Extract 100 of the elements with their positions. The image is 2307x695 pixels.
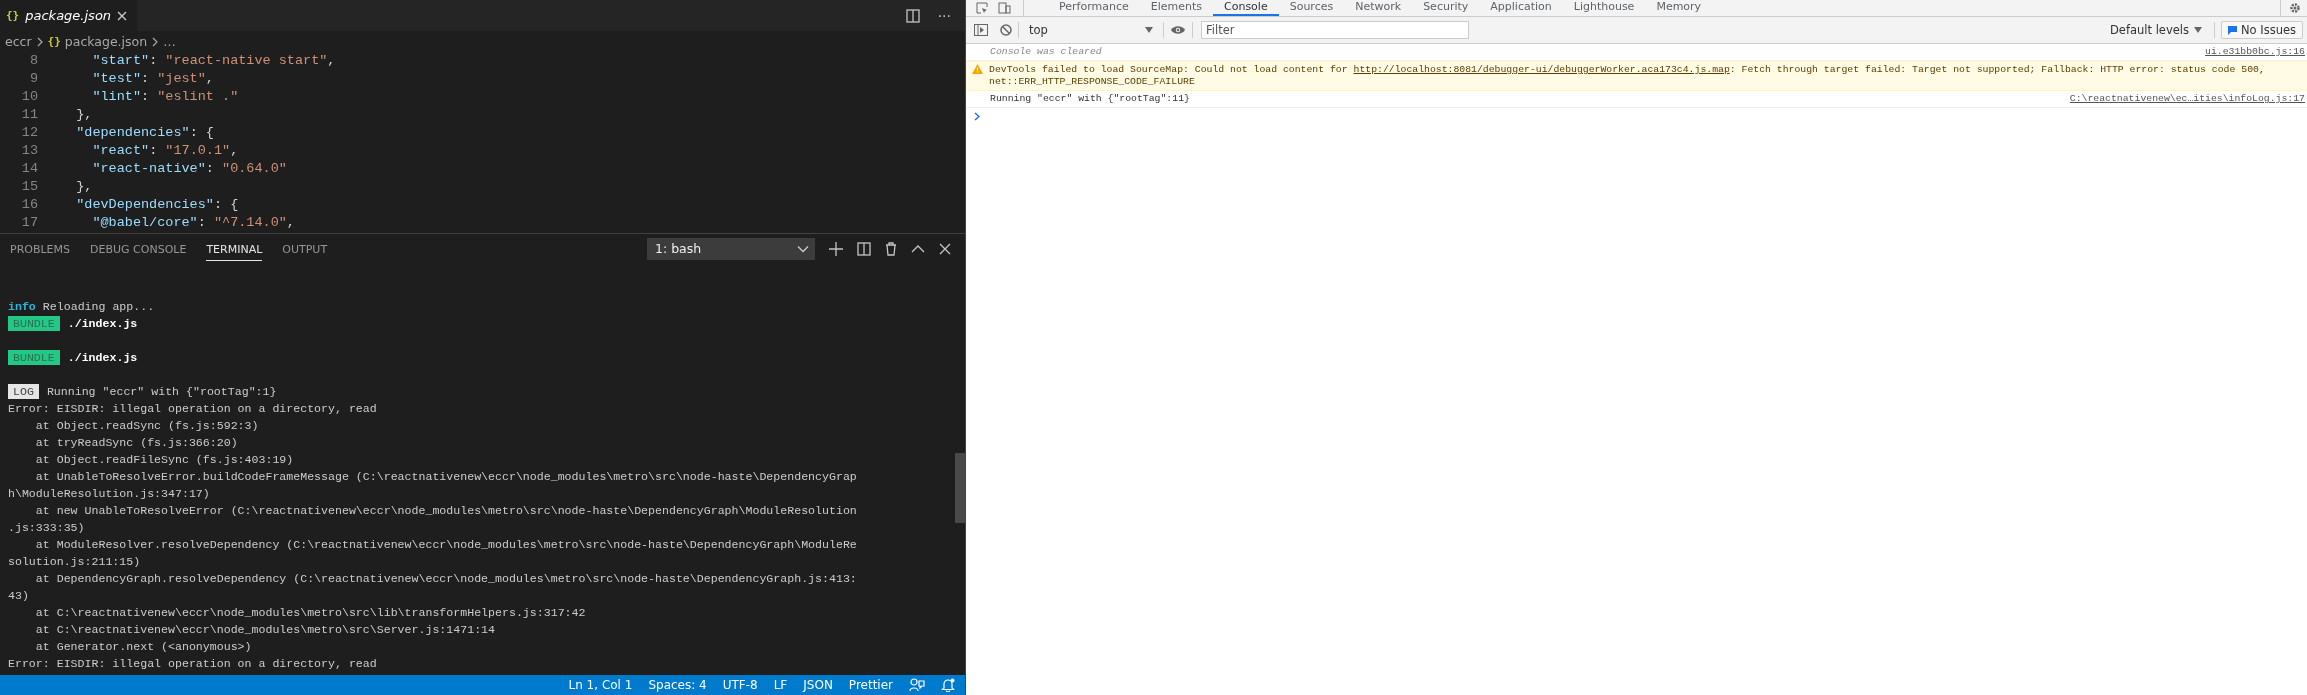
plus-icon[interactable] bbox=[829, 241, 843, 256]
chevron-up-icon[interactable] bbox=[911, 244, 925, 253]
status-item[interactable]: Ln 1, Col 1 bbox=[568, 678, 633, 692]
inspect-icon[interactable] bbox=[976, 2, 988, 14]
status-item[interactable]: Spaces: 4 bbox=[648, 678, 707, 692]
warning-icon bbox=[972, 64, 983, 74]
close-icon[interactable] bbox=[939, 242, 951, 255]
terminal-text: Error: EISDIR: illegal operation on a directory, read bbox=[8, 401, 377, 417]
log-tag: LOG bbox=[8, 384, 39, 399]
line-number: 10 bbox=[20, 88, 38, 106]
devtools-tab[interactable]: Memory bbox=[1645, 0, 1713, 16]
chevron-right-icon bbox=[151, 36, 160, 47]
more-actions-icon[interactable]: ··· bbox=[937, 7, 951, 24]
line-number: 8 bbox=[28, 52, 38, 70]
source-link[interactable]: C:\reactnativenew\ec…ities\infoLog.js:17 bbox=[2069, 93, 2305, 105]
panel-tab[interactable]: PROBLEMS bbox=[10, 236, 71, 261]
devtools-tab[interactable]: Security bbox=[1412, 0, 1480, 16]
tab-label: package.json bbox=[25, 8, 112, 23]
eye-icon[interactable] bbox=[1170, 25, 1186, 35]
split-editor-icon[interactable] bbox=[905, 8, 920, 23]
issues-button[interactable]: No Issues bbox=[2220, 21, 2303, 39]
terminal-text: ./index.js bbox=[67, 316, 138, 332]
filter-field[interactable]: Filter bbox=[1201, 21, 1469, 39]
devtools-tab[interactable]: Performance bbox=[1048, 0, 1140, 16]
prompt-chevron-icon[interactable] bbox=[974, 112, 980, 121]
editor-tab[interactable]: {} package.json bbox=[0, 0, 138, 31]
device-icon[interactable] bbox=[998, 2, 1011, 14]
sidebar-toggle-icon[interactable] bbox=[974, 24, 988, 36]
terminal-text: at C:\reactnativenew\eccr\node_modules\metro\src\lib\transformHelpers.js:317:42 bbox=[34, 605, 586, 621]
devtools-tab[interactable]: Sources bbox=[1278, 0, 1345, 16]
json-file-icon: {} bbox=[6, 9, 20, 22]
line-number: 14 bbox=[20, 160, 38, 178]
breadcrumb-item[interactable]: … bbox=[163, 34, 176, 49]
status-item[interactable]: LF bbox=[773, 678, 788, 692]
console-message: Console was cleared bbox=[990, 46, 1103, 58]
levels-dropdown[interactable]: Default levels bbox=[2103, 22, 2208, 38]
line-number: 16 bbox=[20, 196, 38, 214]
close-icon[interactable] bbox=[117, 10, 128, 21]
terminal-text: at C:\reactnativenew\eccr\node_modules\metro\src\Server.js:1471:14 bbox=[34, 622, 496, 638]
trash-icon[interactable] bbox=[885, 241, 897, 256]
breadcrumb-item[interactable]: package.json bbox=[64, 34, 148, 49]
context-select[interactable]: top bbox=[1025, 23, 1157, 37]
code-line: }, bbox=[75, 178, 93, 196]
terminal-text: Reloading app... bbox=[42, 299, 155, 315]
json-file-icon: {} bbox=[47, 35, 61, 48]
breadcrumb-item[interactable]: eccr bbox=[5, 34, 32, 49]
terminal-text: at tryReadSync (fs.js:366:20) bbox=[34, 435, 238, 451]
feedback-icon[interactable] bbox=[909, 678, 925, 692]
terminal-text: h\ModuleResolution.js:347:17) bbox=[8, 486, 210, 502]
source-link[interactable]: ui.e31bb0bc.js:16 bbox=[2205, 46, 2305, 58]
line-number: 15 bbox=[20, 178, 38, 196]
message-icon bbox=[2227, 25, 2237, 35]
bell-icon[interactable] bbox=[941, 678, 955, 692]
terminal-text: Error: EISDIR: illegal operation on a directory, read bbox=[8, 656, 377, 672]
caret-down-icon bbox=[2193, 27, 2202, 33]
terminal-text: .js:333:35) bbox=[8, 520, 85, 536]
status-item[interactable]: UTF-8 bbox=[722, 678, 758, 692]
line-number: 13 bbox=[20, 142, 38, 160]
devtools-tab[interactable]: Lighthouse bbox=[1562, 0, 1646, 16]
split-terminal-icon[interactable] bbox=[857, 241, 871, 256]
settings-icon[interactable] bbox=[2289, 2, 2301, 14]
terminal-select[interactable]: 1: bash bbox=[647, 237, 815, 260]
terminal-text: at Object.readFileSync (fs.js:403:19) bbox=[34, 452, 294, 468]
terminal-text: solution.js:211:15) bbox=[8, 554, 141, 570]
status-item[interactable]: Prettier bbox=[848, 678, 893, 692]
code-line: "devDependencies": { bbox=[75, 196, 239, 214]
level-label: info bbox=[8, 299, 36, 315]
terminal-text: Running "eccr" with {"rootTag":1} bbox=[46, 384, 277, 400]
terminal-text: at UnableToResolveError.buildCodeFrameMessage (C:\reactnativenew\eccr\node_modules\metro\src\node-haste\DependencyGrap bbox=[34, 469, 857, 485]
caret-down-icon bbox=[1145, 27, 1153, 33]
terminal-text: at Object.readSync (fs.js:592:3) bbox=[34, 418, 259, 434]
code-line: "lint": "eslint ." bbox=[91, 88, 239, 106]
line-number: 17 bbox=[20, 214, 38, 232]
line-number: 9 bbox=[28, 70, 38, 88]
code-line: "react-native": "0.64.0" bbox=[91, 160, 287, 178]
source-map-link[interactable]: http://localhost:8081/debugger-ui/debuggerWorker.aca173c4.js.map bbox=[1353, 64, 1730, 75]
devtools-tab[interactable]: Application bbox=[1479, 0, 1563, 16]
status-item[interactable]: JSON bbox=[803, 678, 833, 692]
devtools-tab[interactable]: Network bbox=[1344, 0, 1413, 16]
terminal-text: at ModuleResolver.resolveDependency (C:\reactnativenew\eccr\node_modules\metro\src\node-haste\DependencyGraph\ModuleRe bbox=[34, 537, 857, 553]
terminal-text: at DependencyGraph.resolveDependency (C:\reactnativenew\eccr\node_modules\metro\src\node-haste\DependencyGraph.js:413: bbox=[34, 571, 857, 587]
code-line: "dependencies": { bbox=[75, 124, 214, 142]
line-number: 12 bbox=[20, 124, 38, 142]
code-line: }, bbox=[75, 106, 93, 124]
code-line: "start": "react-native start", bbox=[91, 52, 336, 70]
panel-tab[interactable]: OUTPUT bbox=[282, 236, 328, 261]
chevron-right-icon bbox=[35, 36, 44, 47]
line-number: 11 bbox=[20, 106, 38, 124]
code-line: "@babel/core": "^7.14.0", bbox=[91, 214, 295, 232]
chevron-down-icon bbox=[797, 244, 809, 253]
code-line: "test": "jest", bbox=[91, 70, 214, 88]
bundle-tag: BUNDLE bbox=[8, 316, 60, 331]
console-message: Running "eccr" with {"rootTag":11} bbox=[990, 93, 1191, 105]
devtools-tab[interactable]: Elements bbox=[1139, 0, 1213, 16]
terminal-text: at new UnableToResolveError (C:\reactnativenew\eccr\node_modules\metro\src\node-haste\DependencyGraph\ModuleResolution bbox=[34, 503, 857, 519]
clear-console-icon[interactable] bbox=[1000, 24, 1012, 36]
panel-tab[interactable]: DEBUG CONSOLE bbox=[90, 236, 187, 261]
panel-tab[interactable]: TERMINAL bbox=[206, 236, 263, 261]
console-message: DevTools failed to load SourceMap: Could not load content for http://localhost:8081/debugger-ui/debuggerWorker.aca173c4.js.map: Fetch through target failed: Target not supported; Fallback: HTTP error: status code 500, net::ERR_HTTP_RESPONSE_CODE_FAILURE bbox=[989, 64, 2266, 88]
terminal-text: 43) bbox=[8, 588, 29, 604]
